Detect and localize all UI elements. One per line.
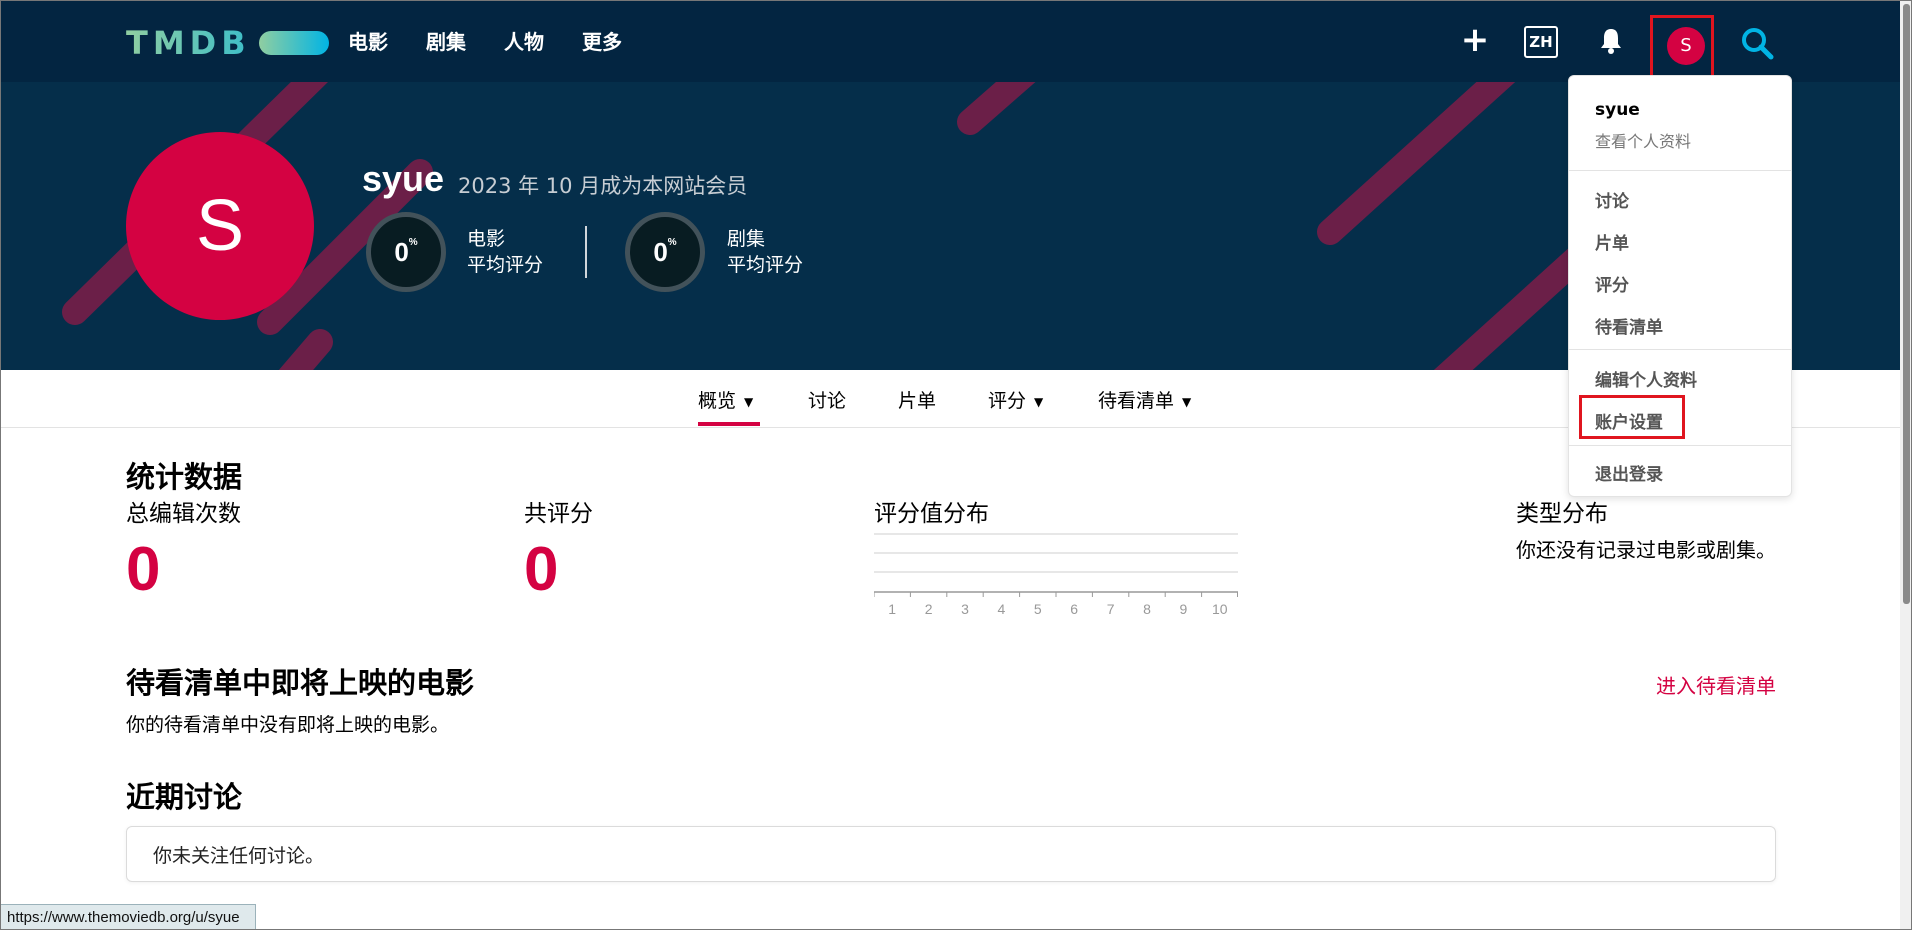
dropdown-item-ratings[interactable]: 评分 xyxy=(1595,271,1629,296)
dropdown-divider xyxy=(1569,349,1791,350)
tv-score-circle: 0% xyxy=(625,212,705,292)
score-divider xyxy=(585,226,587,278)
total-ratings-label: 共评分 xyxy=(524,501,593,527)
tv-label-line1: 剧集 xyxy=(727,228,766,250)
tab-overview[interactable]: 概览 ▼ xyxy=(698,386,753,413)
movie-label-line2: 平均评分 xyxy=(467,254,544,276)
tab-ratings-label: 评分 xyxy=(988,390,1027,412)
discussions-empty-text: 你未关注任何讨论。 xyxy=(153,845,325,867)
movie-score-value: 0 xyxy=(394,237,409,267)
tab-ratings[interactable]: 评分 ▼ xyxy=(988,386,1043,413)
discussions-box: 你未关注任何讨论。 xyxy=(126,826,1776,882)
plus-icon[interactable]: + xyxy=(1460,22,1490,58)
nav-item-movies[interactable]: 电影 xyxy=(348,26,388,55)
status-url: https://www.themoviedb.org/u/syue xyxy=(0,904,256,930)
chart-tick-label: 4 xyxy=(998,601,1006,617)
chart-tick-label: 10 xyxy=(1212,601,1228,617)
language-button[interactable]: ZH xyxy=(1524,26,1558,58)
movie-score-pct: % xyxy=(408,237,418,248)
chart-tick-label: 8 xyxy=(1143,601,1151,617)
chart-tick-label: 2 xyxy=(925,601,933,617)
upcoming-watchlist-title: 待看清单中即将上映的电影 xyxy=(126,666,475,700)
tab-lists[interactable]: 片单 xyxy=(898,386,936,413)
tab-overview-label: 概览 xyxy=(698,390,737,412)
movie-score-circle: 0% xyxy=(366,212,446,292)
account-dropdown-menu: syue 查看个人资料 讨论 片单 评分 待看清单 编辑个人资料 账户设置 退出… xyxy=(1568,75,1792,497)
chart-tick-label: 7 xyxy=(1107,601,1115,617)
rating-dist-label: 评分值分布 xyxy=(874,501,989,527)
avatar-highlight-box: S xyxy=(1650,15,1714,80)
page-scrollbar[interactable] xyxy=(1900,0,1912,930)
search-icon[interactable] xyxy=(1740,26,1774,60)
dropdown-divider xyxy=(1569,170,1791,171)
nav-avatar[interactable]: S xyxy=(1667,27,1705,65)
profile-avatar: S xyxy=(126,132,314,320)
nav-item-people[interactable]: 人物 xyxy=(504,26,544,55)
rating-distribution-chart: 1 2 3 4 5 6 7 8 9 10 xyxy=(874,533,1238,617)
view-profile-link[interactable]: 查看个人资料 xyxy=(1595,128,1691,152)
tab-discussions[interactable]: 讨论 xyxy=(808,386,846,413)
dropdown-item-discussions[interactable]: 讨论 xyxy=(1595,187,1629,212)
dropdown-username[interactable]: syue xyxy=(1595,100,1640,120)
main-nav: 电影 剧集 人物 更多 xyxy=(348,26,622,55)
watchlist-empty-text: 你的待看清单中没有即将上映的电影。 xyxy=(126,714,450,736)
caret-down-icon: ▼ xyxy=(1034,394,1044,409)
dropdown-item-logout[interactable]: 退出登录 xyxy=(1595,460,1663,485)
chart-tick-label: 1 xyxy=(888,601,896,617)
dropdown-item-account-settings[interactable]: 账户设置 xyxy=(1595,408,1663,433)
dropdown-item-edit-profile[interactable]: 编辑个人资料 xyxy=(1595,366,1697,391)
tv-score-label: 剧集 平均评分 xyxy=(727,226,803,278)
recent-discussions-title: 近期讨论 xyxy=(126,780,243,814)
total-edits-value: 0 xyxy=(126,535,161,604)
tv-label-line2: 平均评分 xyxy=(727,254,804,276)
tab-lists-label: 片单 xyxy=(898,390,937,412)
chart-tick-label: 6 xyxy=(1070,601,1078,617)
chart-tick-label: 3 xyxy=(961,601,969,617)
genre-empty-text: 你还没有记录过电影或剧集。 xyxy=(1516,538,1776,562)
dropdown-divider xyxy=(1569,445,1791,446)
chart-tick-label: 5 xyxy=(1034,601,1042,617)
total-ratings-value: 0 xyxy=(524,535,559,604)
member-since: 2023 年 10 月成为本网站会员 xyxy=(458,174,748,198)
tmdb-logo[interactable]: TMDB xyxy=(126,24,329,62)
total-edits-label: 总编辑次数 xyxy=(126,501,241,527)
movie-label-line1: 电影 xyxy=(467,228,506,250)
scrollbar-thumb[interactable] xyxy=(1903,4,1910,604)
caret-down-icon: ▼ xyxy=(1182,394,1192,409)
tv-score-pct: % xyxy=(667,237,677,248)
tab-watchlist-label: 待看清单 xyxy=(1098,390,1175,412)
genre-dist-label: 类型分布 xyxy=(1516,501,1608,527)
chart-tick-label: 9 xyxy=(1180,601,1188,617)
tab-discussions-label: 讨论 xyxy=(808,390,847,412)
active-tab-indicator xyxy=(698,422,760,426)
movie-score-label: 电影 平均评分 xyxy=(467,226,543,278)
caret-down-icon: ▼ xyxy=(744,394,754,409)
tv-score-value: 0 xyxy=(653,237,668,267)
profile-username[interactable]: syue xyxy=(362,158,444,200)
dropdown-item-watchlist[interactable]: 待看清单 xyxy=(1595,313,1663,338)
top-navbar: TMDB 电影 剧集 人物 更多 + ZH S xyxy=(0,0,1912,82)
dropdown-item-lists[interactable]: 片单 xyxy=(1595,229,1629,254)
bell-icon[interactable] xyxy=(1598,26,1624,56)
tab-watchlist[interactable]: 待看清单 ▼ xyxy=(1098,386,1191,413)
logo-pill xyxy=(258,31,329,55)
nav-item-tv[interactable]: 剧集 xyxy=(426,26,466,55)
nav-item-more[interactable]: 更多 xyxy=(582,26,622,55)
go-to-watchlist-link[interactable]: 进入待看清单 xyxy=(1656,670,1776,699)
logo-text: TMDB xyxy=(126,24,251,62)
stats-title: 统计数据 xyxy=(126,460,243,494)
